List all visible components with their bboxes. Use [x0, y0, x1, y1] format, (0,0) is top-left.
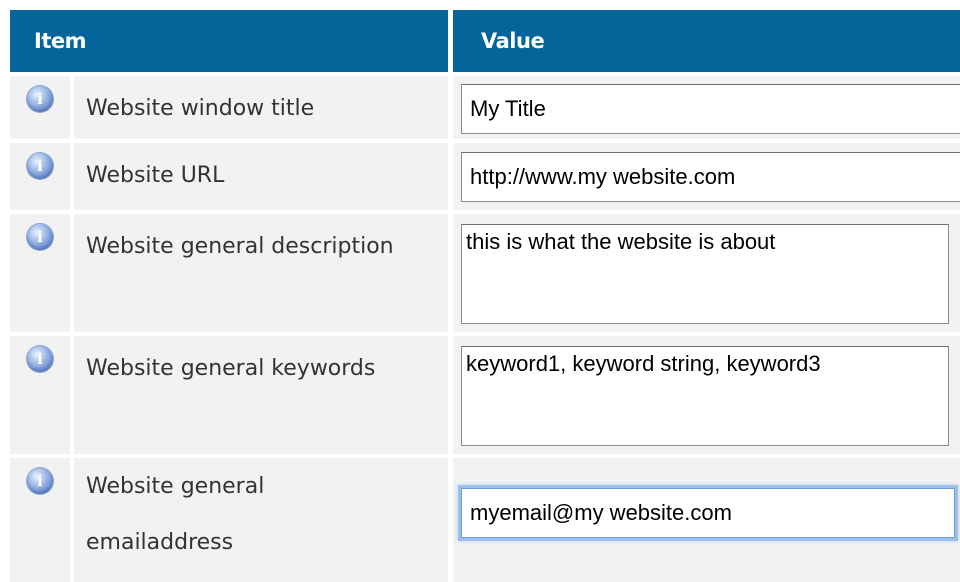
- row-label-email-line2: emailaddress: [86, 530, 234, 555]
- info-icon-cell: i: [10, 332, 74, 454]
- table-row-email: i Website general emailaddress: [10, 454, 960, 582]
- row-label-description: Website general description: [86, 234, 394, 259]
- window-title-input[interactable]: [461, 84, 960, 134]
- item-cell: Website general keywords: [74, 332, 449, 454]
- table-row-keywords: i Website general keywords keyword1, key…: [10, 332, 960, 454]
- item-cell: Website window title: [74, 72, 449, 139]
- row-label-keywords: Website general keywords: [86, 356, 376, 381]
- keywords-textarea[interactable]: keyword1, keyword string, keyword3: [461, 346, 950, 446]
- description-textarea[interactable]: this is what the website is about: [461, 224, 950, 324]
- item-cell: Website general emailaddress: [74, 454, 449, 582]
- value-cell: [448, 454, 960, 582]
- info-icon[interactable]: i: [27, 346, 53, 372]
- value-cell: [448, 72, 960, 139]
- row-label-url: Website URL: [86, 163, 225, 188]
- info-icon[interactable]: i: [27, 224, 53, 250]
- table-row-url: i Website URL: [10, 139, 960, 210]
- info-icon[interactable]: i: [27, 153, 53, 179]
- info-icon[interactable]: i: [27, 86, 53, 112]
- info-icon-cell: i: [10, 72, 74, 139]
- table-row-description: i Website general description this is wh…: [10, 210, 960, 332]
- info-icon-cell: i: [10, 210, 74, 332]
- email-input[interactable]: [461, 488, 956, 538]
- info-icon-cell: i: [10, 454, 74, 582]
- value-cell: [448, 139, 960, 210]
- row-label-email: Website general emailaddress: [74, 445, 448, 571]
- value-cell: keyword1, keyword string, keyword3: [448, 332, 960, 454]
- info-icon-cell: i: [10, 139, 74, 210]
- item-cell: Website URL: [74, 139, 449, 210]
- table-row-window-title: i Website window title: [10, 72, 960, 139]
- column-header-value: Value: [448, 10, 960, 72]
- website-url-input[interactable]: [461, 152, 960, 202]
- settings-table: Item Value i Website window title i: [10, 10, 960, 582]
- row-label-email-line1: Website general: [86, 474, 265, 499]
- row-label-window-title: Website window title: [86, 96, 315, 121]
- info-icon[interactable]: i: [27, 468, 53, 494]
- item-cell: Website general description: [74, 210, 449, 332]
- value-cell: this is what the website is about: [448, 210, 960, 332]
